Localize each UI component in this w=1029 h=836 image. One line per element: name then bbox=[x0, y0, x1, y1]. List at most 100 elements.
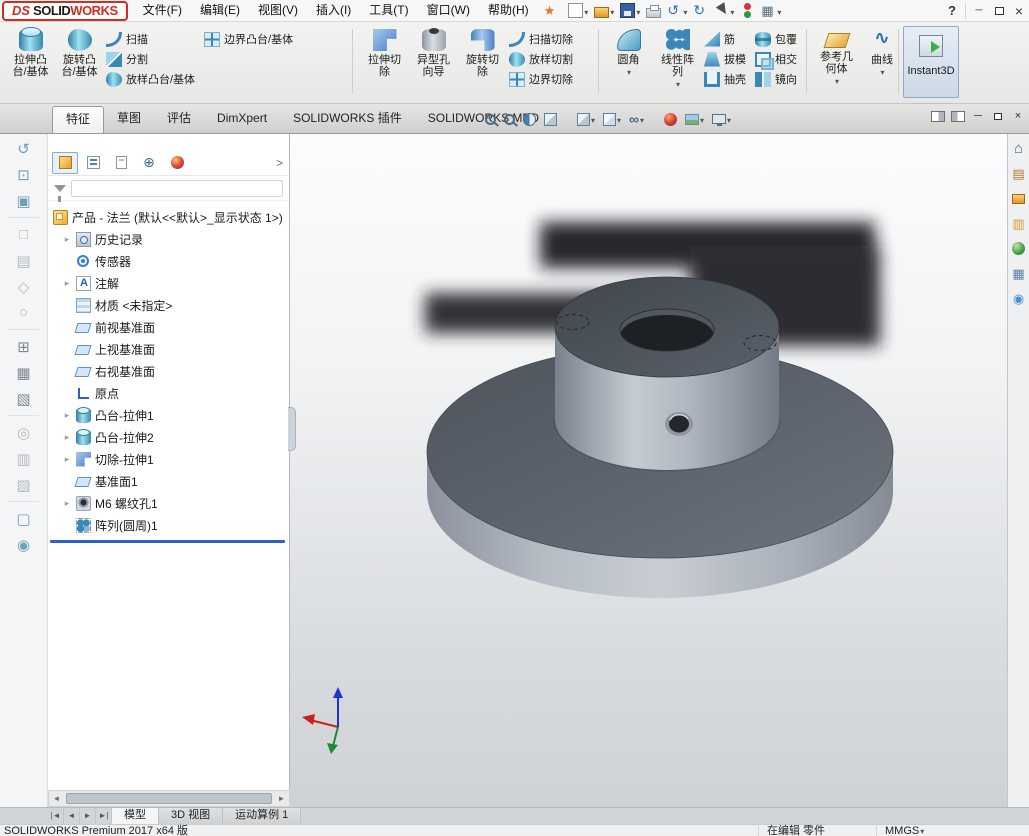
view-orientation-button[interactable] bbox=[574, 108, 598, 130]
tree-item-annotations[interactable]: 注解 bbox=[48, 272, 289, 294]
tab-model[interactable]: 模型 bbox=[112, 808, 159, 824]
pane-toggle-right-button[interactable] bbox=[949, 108, 967, 124]
hide-show-items-button[interactable] bbox=[626, 108, 647, 130]
3d-drawing-view-button[interactable] bbox=[541, 108, 560, 130]
left-toolbar-button-8[interactable]: ⊞ bbox=[9, 335, 39, 358]
new-document-button[interactable] bbox=[565, 1, 591, 21]
menu-edit[interactable]: 编辑(E) bbox=[191, 0, 249, 21]
lofted-cut-button[interactable]: 放样切割 bbox=[507, 49, 580, 69]
graphics-area[interactable] bbox=[290, 134, 1007, 807]
mirror-button[interactable]: 镜向 bbox=[753, 69, 804, 89]
window-minimize-button[interactable] bbox=[969, 2, 989, 20]
display-manager-tab[interactable] bbox=[164, 152, 190, 174]
tree-item-right-plane[interactable]: 右视基准面 bbox=[48, 360, 289, 382]
rib-button[interactable]: 筋 bbox=[702, 29, 753, 49]
next-tab-button[interactable] bbox=[80, 808, 96, 824]
solidworks-forum-tab[interactable] bbox=[1010, 288, 1028, 309]
menu-file[interactable]: 文件(F) bbox=[134, 0, 191, 21]
document-minimize-button[interactable]: ─ bbox=[969, 108, 987, 124]
help-button[interactable]: ? bbox=[942, 3, 962, 18]
menu-tools[interactable]: 工具(T) bbox=[360, 0, 417, 21]
left-toolbar-button-1[interactable]: ↺ bbox=[9, 137, 39, 160]
swept-boss-button[interactable]: 扫描 bbox=[104, 29, 202, 49]
undo-button[interactable] bbox=[664, 1, 690, 21]
dropdown-caret-icon[interactable] bbox=[626, 66, 631, 78]
expand-arrow-icon[interactable] bbox=[62, 234, 72, 245]
document-close-button[interactable]: × bbox=[1009, 108, 1027, 124]
flyout-expand-icon[interactable] bbox=[276, 156, 285, 170]
expand-arrow-icon[interactable] bbox=[62, 498, 72, 509]
feature-manager-tab[interactable] bbox=[52, 151, 78, 174]
tab-solidworks-addins[interactable]: SOLIDWORKS 插件 bbox=[280, 106, 415, 133]
tab-features[interactable]: 特征 bbox=[52, 106, 105, 133]
zoom-fit-button[interactable] bbox=[482, 108, 499, 130]
expand-arrow-icon[interactable] bbox=[62, 410, 72, 421]
left-toolbar-button-2[interactable]: ⊡ bbox=[9, 163, 39, 186]
scroll-left-arrow[interactable] bbox=[49, 791, 64, 806]
tab-sketch[interactable]: 草图 bbox=[104, 106, 154, 133]
tree-item-m6-thread-hole1[interactable]: M6 螺纹孔1 bbox=[48, 492, 289, 514]
pin-menu-icon[interactable]: ★ bbox=[544, 3, 556, 19]
expand-arrow-icon[interactable] bbox=[62, 278, 72, 289]
dropdown-caret-icon[interactable] bbox=[879, 66, 884, 78]
extruded-boss-button[interactable]: 拉伸凸 台/基体 bbox=[6, 25, 55, 78]
tree-item-material[interactable]: 材质 <未指定> bbox=[48, 294, 289, 316]
curves-button[interactable]: 曲线 bbox=[861, 25, 903, 79]
tree-item-history[interactable]: 历史记录 bbox=[48, 228, 289, 250]
tree-item-front-plane[interactable]: 前视基准面 bbox=[48, 316, 289, 338]
extruded-cut-button[interactable]: 拉伸切 除 bbox=[360, 25, 409, 78]
tab-evaluate[interactable]: 评估 bbox=[154, 106, 204, 133]
left-toolbar-button-7[interactable]: ○ bbox=[9, 301, 39, 324]
tree-item-sensors[interactable]: 传感器 bbox=[48, 250, 289, 272]
expand-arrow-icon[interactable] bbox=[62, 454, 72, 465]
print-button[interactable] bbox=[643, 1, 664, 21]
solidworks-resources-tab[interactable] bbox=[1010, 138, 1028, 159]
open-document-button[interactable] bbox=[591, 1, 617, 21]
left-toolbar-button-9[interactable]: ▦ bbox=[9, 361, 39, 384]
shell-button[interactable]: 抽壳 bbox=[702, 69, 753, 89]
reference-geometry-button[interactable]: 参考几 何体 bbox=[812, 25, 861, 88]
scroll-right-arrow[interactable] bbox=[274, 791, 289, 806]
dimxpert-manager-tab[interactable] bbox=[136, 152, 162, 174]
display-style-button[interactable] bbox=[600, 108, 624, 130]
redo-button[interactable] bbox=[690, 1, 711, 21]
property-manager-tab[interactable] bbox=[80, 152, 106, 174]
save-button[interactable] bbox=[617, 1, 643, 21]
dropdown-caret-icon[interactable] bbox=[635, 4, 640, 18]
boundary-cut-button[interactable]: 边界切除 bbox=[507, 69, 580, 89]
dropdown-caret-icon[interactable] bbox=[834, 75, 839, 87]
menu-window[interactable]: 窗口(W) bbox=[418, 0, 479, 21]
configuration-manager-tab[interactable] bbox=[108, 152, 134, 174]
flange-model[interactable] bbox=[290, 134, 1007, 807]
left-toolbar-button-4[interactable]: □ bbox=[9, 223, 39, 246]
last-tab-button[interactable] bbox=[96, 808, 112, 824]
draft-button[interactable]: 拔模 bbox=[702, 49, 753, 69]
apply-scene-button[interactable] bbox=[682, 108, 707, 130]
view-settings-button[interactable] bbox=[709, 108, 734, 130]
tree-item-plane1[interactable]: 基准面1 bbox=[48, 470, 289, 492]
left-toolbar-button-15[interactable]: ◉ bbox=[9, 533, 39, 556]
boundary-boss-button[interactable]: 边界凸台/基体 bbox=[202, 29, 300, 49]
dropdown-caret-icon[interactable] bbox=[616, 112, 621, 126]
dropdown-caret-icon[interactable] bbox=[682, 4, 687, 18]
dropdown-caret-icon[interactable] bbox=[609, 4, 614, 18]
panel-splitter-handle[interactable] bbox=[288, 407, 296, 451]
appearances-scenes-tab[interactable] bbox=[1010, 238, 1028, 259]
dropdown-caret-icon[interactable] bbox=[776, 4, 781, 18]
pane-toggle-left-button[interactable] bbox=[929, 108, 947, 124]
tree-item-root[interactable]: 产品 - 法兰 (默认<<默认>_显示状态 1>) bbox=[48, 206, 289, 228]
revolved-boss-button[interactable]: 旋转凸 台/基体 bbox=[55, 25, 104, 78]
tree-item-boss-extrude2[interactable]: 凸台-拉伸2 bbox=[48, 426, 289, 448]
left-toolbar-button-13[interactable]: ▨ bbox=[9, 473, 39, 496]
dropdown-caret-icon[interactable] bbox=[675, 78, 680, 90]
dropdown-caret-icon[interactable] bbox=[919, 825, 924, 836]
tab-3d-views[interactable]: 3D 视图 bbox=[159, 808, 224, 824]
tree-item-origin[interactable]: 原点 bbox=[48, 382, 289, 404]
split-button[interactable]: 分割 bbox=[104, 49, 202, 69]
rebuild-button[interactable] bbox=[737, 1, 758, 21]
file-explorer-tab[interactable] bbox=[1010, 188, 1028, 209]
tab-motion-study1[interactable]: 运动算例 1 bbox=[223, 808, 302, 824]
rollback-bar[interactable] bbox=[50, 540, 285, 543]
section-view-button[interactable] bbox=[520, 108, 539, 130]
tree-item-cut-extrude1[interactable]: 切除-拉伸1 bbox=[48, 448, 289, 470]
